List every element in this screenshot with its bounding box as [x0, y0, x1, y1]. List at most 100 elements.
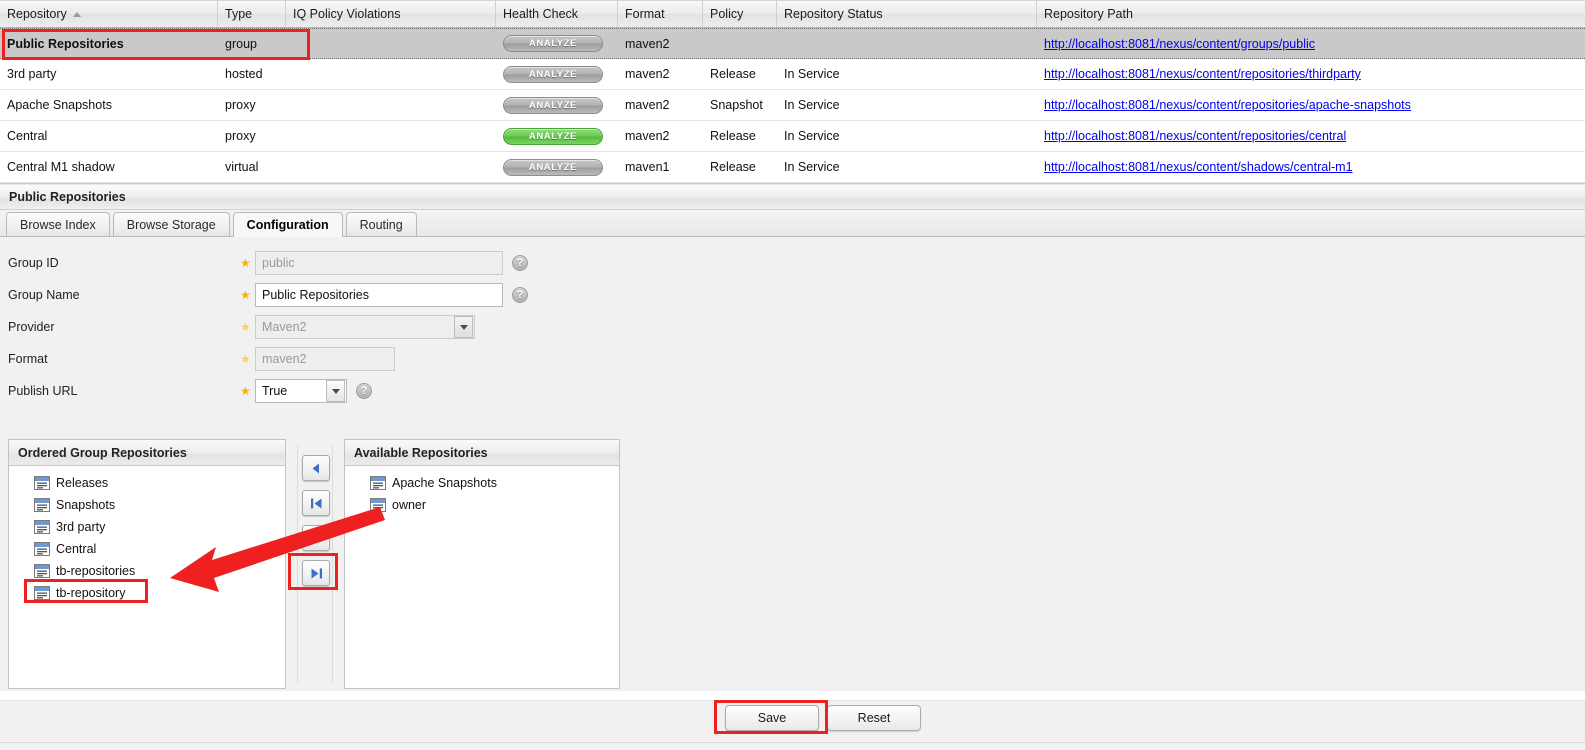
move-right-button[interactable]	[302, 525, 330, 551]
format-input[interactable]: maven2	[255, 347, 395, 371]
cell-type: hosted	[225, 67, 263, 81]
repository-path-link[interactable]: http://localhost:8081/nexus/content/shad…	[1044, 160, 1353, 174]
ordered-group-repositories-list[interactable]: Releases Snapshots 3rd party Central tb-…	[9, 466, 285, 688]
label-group-name: Group Name	[8, 288, 80, 302]
repository-icon	[34, 586, 50, 600]
move-left-button[interactable]	[302, 455, 330, 481]
list-item[interactable]: owner	[345, 494, 619, 516]
repository-path-link[interactable]: http://localhost:8081/nexus/content/repo…	[1044, 129, 1346, 143]
help-icon[interactable]: ?	[512, 255, 528, 271]
column-header-repository-label: Repository	[7, 7, 67, 21]
tab-routing[interactable]: Routing	[345, 212, 417, 236]
arrow-left-icon	[312, 463, 319, 473]
cell-repository-status: In Service	[784, 67, 840, 81]
reset-button[interactable]: Reset	[827, 705, 921, 731]
analyze-button[interactable]: ANALYZE	[503, 65, 603, 83]
save-button[interactable]: Save	[725, 705, 819, 731]
cell-policy: Snapshot	[710, 98, 763, 112]
cell-repository-status: In Service	[784, 98, 840, 112]
field-row-format: Format ★ maven2	[0, 343, 1585, 375]
field-row-group-id: Group ID ★ public ?	[0, 247, 1585, 279]
cell-health-check: ANALYZE	[496, 152, 618, 182]
column-header-policy[interactable]: Policy	[703, 1, 777, 27]
ordered-group-repositories-panel: Ordered Group Repositories Releases Snap…	[8, 439, 286, 689]
tab-configuration[interactable]: Configuration	[232, 212, 343, 237]
repository-path-link[interactable]: http://localhost:8081/nexus/content/repo…	[1044, 67, 1361, 81]
analyze-button[interactable]: ANALYZE	[503, 35, 603, 52]
column-header-health-label: Health Check	[503, 7, 579, 21]
list-item[interactable]: Snapshots	[9, 494, 285, 516]
publish-url-select-value: True	[262, 384, 288, 398]
page-bottom-divider	[0, 742, 1585, 743]
cell-iq-policy-violations	[286, 152, 496, 182]
tab-browse-storage[interactable]: Browse Storage	[112, 212, 230, 236]
list-item[interactable]: Releases	[9, 472, 285, 494]
column-header-format-label: Format	[625, 7, 665, 21]
column-header-status-label: Repository Status	[784, 7, 883, 21]
cell-repository: 3rd party	[7, 67, 57, 81]
analyze-button[interactable]: ANALYZE	[503, 127, 603, 145]
column-header-type-label: Type	[225, 7, 253, 21]
cell-repository-status: In Service	[784, 129, 840, 143]
detail-panel-title: Public Repositories	[0, 184, 1585, 210]
field-row-group-name: Group Name ★ Public Repositories ?	[0, 279, 1585, 311]
repository-path-link[interactable]: http://localhost:8081/nexus/content/repo…	[1044, 98, 1411, 112]
list-item[interactable]: tb-repositories	[9, 560, 285, 582]
group-name-input[interactable]: Public Repositories	[255, 283, 503, 307]
repository-icon	[370, 498, 386, 512]
cell-policy: Release	[710, 129, 756, 143]
cell-iq-policy-violations	[286, 29, 496, 58]
list-item[interactable]: Central	[9, 538, 285, 560]
required-star-icon: ★	[240, 384, 251, 398]
arrow-left-all-icon	[310, 498, 321, 508]
repository-icon	[34, 476, 50, 490]
analyze-button[interactable]: ANALYZE	[503, 158, 603, 176]
chevron-down-icon[interactable]	[326, 380, 345, 402]
cell-repository: Central	[7, 129, 48, 143]
publish-url-select[interactable]: True	[255, 379, 347, 403]
required-star-icon: ★	[240, 352, 251, 366]
table-row[interactable]: 3rd party hosted ANALYZE maven2 Release …	[0, 59, 1585, 90]
help-icon[interactable]: ?	[356, 383, 372, 399]
column-header-health-check[interactable]: Health Check	[496, 1, 618, 27]
table-row[interactable]: Public Repositories group ANALYZE maven2…	[0, 28, 1585, 59]
column-header-type[interactable]: Type	[218, 1, 286, 27]
list-item[interactable]: Apache Snapshots	[345, 472, 619, 494]
table-row[interactable]: Central M1 shadow virtual ANALYZE maven1…	[0, 152, 1585, 183]
list-item-label: Releases	[56, 476, 109, 490]
cell-repository: Public Repositories	[7, 36, 124, 51]
analyze-button[interactable]: ANALYZE	[503, 96, 603, 114]
cell-repository-status: In Service	[784, 160, 840, 174]
repository-icon	[34, 564, 50, 578]
list-item[interactable]: 3rd party	[9, 516, 285, 538]
cell-format: maven2	[625, 67, 670, 81]
list-item-tb-repository[interactable]: tb-repository	[9, 582, 285, 604]
column-header-repository-path[interactable]: Repository Path	[1037, 1, 1585, 27]
tab-browse-index[interactable]: Browse Index	[6, 212, 110, 236]
cell-repository-path: http://localhost:8081/nexus/content/repo…	[1037, 90, 1585, 120]
column-header-repository-status[interactable]: Repository Status	[777, 1, 1037, 27]
chevron-down-icon[interactable]	[454, 316, 473, 338]
help-icon[interactable]: ?	[512, 287, 528, 303]
move-all-right-button[interactable]	[302, 560, 330, 586]
arrow-right-all-icon	[311, 568, 322, 578]
column-header-repository[interactable]: Repository	[0, 1, 218, 27]
available-repositories-list[interactable]: Apache Snapshots owner	[345, 466, 619, 688]
cell-policy: Release	[710, 67, 756, 81]
column-header-format[interactable]: Format	[618, 1, 703, 27]
grid-header-row: Repository Type IQ Policy Violations Hea…	[0, 0, 1585, 28]
cell-policy	[703, 29, 777, 58]
move-all-left-button[interactable]	[302, 490, 330, 516]
label-publish-url: Publish URL	[8, 384, 78, 398]
table-row[interactable]: Apache Snapshots proxy ANALYZE maven2 Sn…	[0, 90, 1585, 121]
arrow-right-icon	[313, 533, 320, 543]
ordered-group-repositories-title: Ordered Group Repositories	[9, 440, 285, 466]
provider-select[interactable]: Maven2	[255, 315, 475, 339]
group-id-input[interactable]: public	[255, 251, 503, 275]
repository-path-link[interactable]: http://localhost:8081/nexus/content/grou…	[1044, 37, 1315, 51]
table-row[interactable]: Central proxy ANALYZE maven2 Release In …	[0, 121, 1585, 152]
column-header-iq-policy-violations[interactable]: IQ Policy Violations	[286, 1, 496, 27]
cell-health-check: ANALYZE	[496, 59, 618, 89]
field-row-publish-url: Publish URL ★ True ?	[0, 375, 1585, 407]
repository-icon	[34, 498, 50, 512]
